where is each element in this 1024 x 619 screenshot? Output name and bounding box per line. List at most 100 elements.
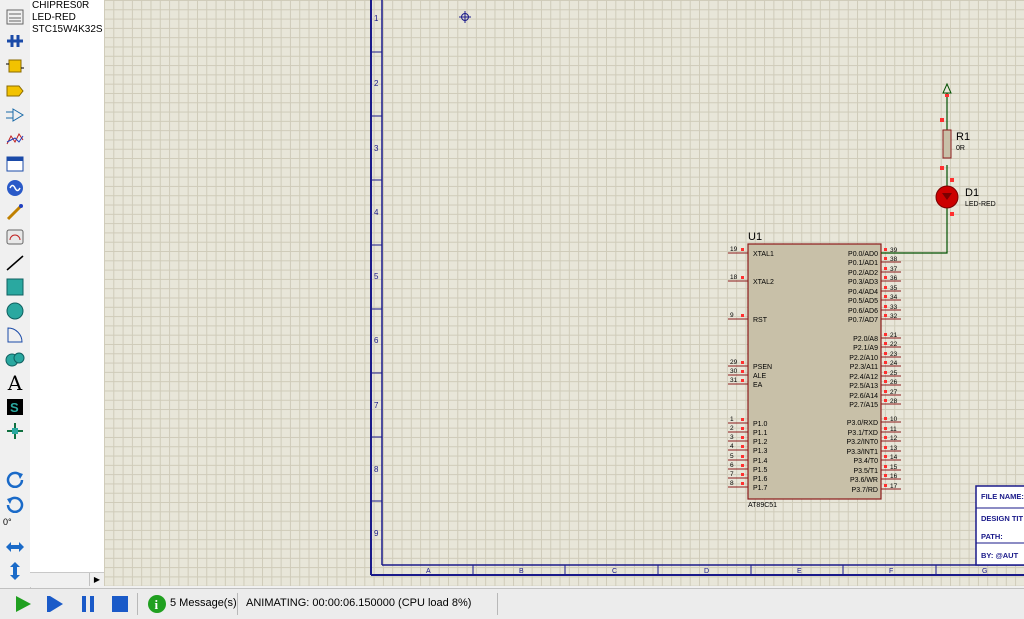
device-selector-list[interactable]: CHIPRES0R LED-RED STC15W4K32S: [30, 0, 105, 572]
pin-marker: [950, 178, 954, 182]
text-tool-icon[interactable]: A: [3, 371, 27, 395]
u1-right-pin-number: 25: [890, 370, 898, 377]
row-label: 8: [374, 465, 379, 474]
pin-marker: [741, 427, 744, 430]
scroll-right-icon[interactable]: ▶: [89, 573, 104, 586]
junction-dot-icon[interactable]: [3, 30, 27, 52]
device-item[interactable]: CHIPRES0R: [30, 0, 104, 12]
box-tool-icon[interactable]: [3, 276, 27, 298]
rotation-angle[interactable]: 0°: [3, 517, 12, 527]
pin-marker: [884, 267, 887, 270]
u1-left-pin-name: P1.4: [753, 458, 768, 465]
pin-marker: [884, 465, 887, 468]
rotate-clockwise-icon[interactable]: [3, 468, 27, 490]
u1-ref: U1: [748, 231, 762, 243]
u1-left-pin-number: 30: [730, 368, 738, 375]
row-label: 6: [374, 336, 379, 345]
virtual-instrument-icon[interactable]: [3, 226, 27, 248]
u1-right-pin-number: 17: [890, 483, 898, 490]
animation-status: ANIMATING: 00:00:06.150000 (CPU load 8%): [246, 597, 472, 609]
pin-marker: [741, 361, 744, 364]
col-label: E: [797, 568, 802, 575]
u1-left-pin-name: P1.2: [753, 439, 768, 446]
marker-tool-icon[interactable]: [3, 420, 27, 442]
pin-marker: [884, 371, 887, 374]
device-list-scrollbar[interactable]: ▶: [30, 572, 104, 587]
message-count[interactable]: 5 Message(s): [170, 597, 237, 609]
pin-marker: [884, 446, 887, 449]
u1-left-pin-number: 2: [730, 425, 734, 432]
pin-marker: [741, 314, 744, 317]
u1-left-pin-number: 31: [730, 377, 738, 384]
pause-button[interactable]: [75, 592, 101, 616]
u1-left-pin-number: 29: [730, 359, 738, 366]
play-button[interactable]: [10, 592, 36, 616]
u1-right-pin-name: P0.3/AD3: [848, 279, 878, 286]
u1-right-pin-number: 28: [890, 398, 898, 405]
pin-marker: [884, 436, 887, 439]
separator: [497, 593, 498, 615]
device-item[interactable]: LED-RED: [30, 12, 104, 24]
rotate-anticlockwise-icon[interactable]: [3, 493, 27, 515]
u1-right-pin-number: 33: [890, 304, 898, 311]
col-label: F: [889, 568, 893, 575]
u1-right-pin-number: 21: [890, 332, 898, 339]
device-item[interactable]: STC15W4K32S: [30, 24, 104, 36]
device-pin-icon[interactable]: [3, 104, 27, 126]
path-tool-icon[interactable]: [3, 348, 27, 370]
step-button[interactable]: [43, 592, 69, 616]
schematic-canvas[interactable]: 123456789 ABCDEFG U1 AT89C51 19 XTAL1 18 XT…: [104, 0, 1024, 586]
pin-marker: [950, 212, 954, 216]
stop-button[interactable]: [107, 592, 133, 616]
u1-right-pin-number: 32: [890, 313, 898, 320]
info-icon[interactable]: i: [144, 592, 170, 616]
pin-marker: [884, 352, 887, 355]
svg-text:S: S: [10, 400, 19, 415]
arc-tool-icon[interactable]: [3, 324, 27, 346]
pin-marker: [741, 248, 744, 251]
pin-marker: [884, 248, 887, 251]
u1-left-pin-number: 4: [730, 443, 734, 450]
u1-right-pin-number: 36: [890, 275, 898, 282]
circle-tool-icon[interactable]: [3, 300, 27, 322]
u1-right-pin-number: 12: [890, 435, 898, 442]
wire-label-icon[interactable]: [3, 55, 27, 77]
graph-mode-icon[interactable]: [3, 128, 27, 150]
tape-recorder-icon[interactable]: [3, 153, 27, 175]
col-label: G: [982, 568, 987, 575]
u1-right-pin-name: P0.7/AD7: [848, 317, 878, 324]
pin-marker: [741, 455, 744, 458]
pin-marker: [884, 474, 887, 477]
u1-right-pin-name: P0.1/AD1: [848, 260, 878, 267]
voltage-probe-icon[interactable]: [3, 201, 27, 223]
pin-marker: [741, 379, 744, 382]
u1-right-pin-name: P2.4/A12: [849, 374, 878, 381]
u1-right-pin-name: P3.6/WR: [850, 477, 878, 484]
line-tool-icon[interactable]: [3, 252, 27, 274]
u1-left-pin-name: P1.7: [753, 485, 768, 492]
row-label: 4: [374, 208, 379, 217]
symbol-tool-icon[interactable]: S: [3, 396, 27, 418]
pin-marker: [741, 473, 744, 476]
u1-right-pin-name: P2.3/A11: [850, 364, 878, 371]
pin-marker: [884, 455, 887, 458]
u1-right-pin-number: 11: [890, 426, 897, 433]
r1-ref: R1: [956, 131, 970, 143]
u1-left-pin-number: 1: [730, 416, 734, 423]
u1-right-pin-name: P2.6/A14: [849, 393, 878, 400]
component-mode-icon[interactable]: [3, 6, 27, 28]
mirror-vertical-icon[interactable]: [3, 560, 27, 582]
u1-left-pin-name: PSEN: [753, 364, 772, 371]
row-label: 5: [374, 272, 379, 281]
generator-icon[interactable]: [3, 177, 27, 199]
u1-left-pin-name: P1.5: [753, 467, 768, 474]
mirror-horizontal-icon[interactable]: [3, 536, 27, 558]
pin-marker: [884, 286, 887, 289]
u1-left-pin-number: 7: [730, 471, 734, 478]
pin-marker: [884, 314, 887, 317]
title-block: FILE NAME: DESIGN TIT PATH: BY: @AUT: [975, 485, 1024, 566]
u1-right-pin-name: P2.5/A13: [849, 383, 878, 390]
pin-marker: [884, 257, 887, 260]
terminal-icon[interactable]: [3, 80, 27, 102]
title-path: PATH:: [981, 532, 1003, 541]
